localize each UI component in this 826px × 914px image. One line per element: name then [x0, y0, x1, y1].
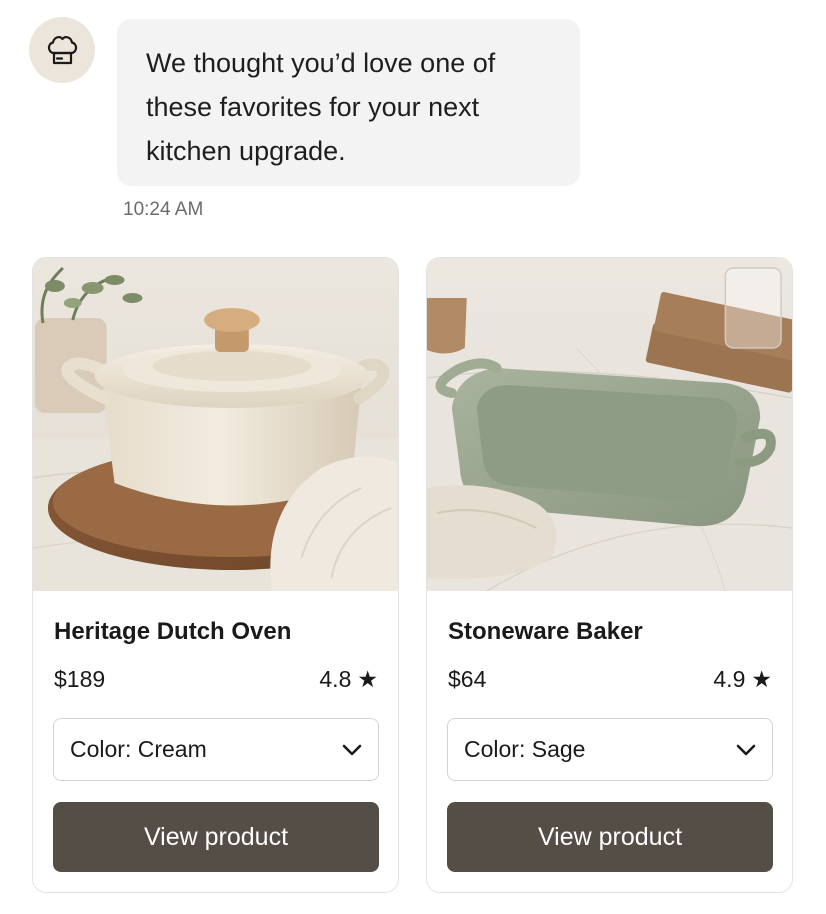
assistant-avatar — [29, 17, 95, 83]
message-timestamp: 10:24 AM — [123, 199, 204, 220]
color-select[interactable]: Color: Cream — [53, 718, 379, 781]
chevron-down-icon — [736, 744, 756, 755]
color-select[interactable]: Color: Sage — [447, 718, 773, 781]
product-rating: 4.9 ★ — [713, 666, 772, 693]
baking-dish-photo — [427, 258, 792, 591]
rating-value: 4.9 — [713, 666, 746, 692]
rating-value: 4.8 — [319, 666, 352, 692]
view-product-button[interactable]: View product — [447, 802, 773, 872]
chef-hat-icon — [47, 36, 78, 65]
assistant-message-text: We thought you’d love one of these favor… — [146, 48, 496, 166]
product-card-dutch-oven[interactable]: Heritage Dutch Oven $189 4.8 ★ Color: Cr… — [32, 257, 399, 893]
dutch-oven-photo — [33, 258, 398, 591]
star-icon: ★ — [751, 666, 772, 692]
product-name: Stoneware Baker — [448, 618, 643, 645]
product-card-stoneware-baker[interactable]: Stoneware Baker $64 4.9 ★ Color: Sage Vi… — [426, 257, 793, 893]
product-price: $64 — [448, 666, 487, 692]
color-select-value: Color: Cream — [70, 736, 207, 762]
star-icon: ★ — [357, 666, 378, 692]
chat-screen: We thought you’d love one of these favor… — [0, 0, 826, 914]
chevron-down-icon — [342, 744, 362, 755]
assistant-message-bubble: We thought you’d love one of these favor… — [117, 19, 580, 186]
product-name: Heritage Dutch Oven — [54, 618, 292, 645]
product-rating: 4.8 ★ — [319, 666, 378, 693]
color-select-value: Color: Sage — [464, 736, 586, 762]
view-product-button[interactable]: View product — [53, 802, 379, 872]
product-price: $189 — [54, 666, 106, 692]
